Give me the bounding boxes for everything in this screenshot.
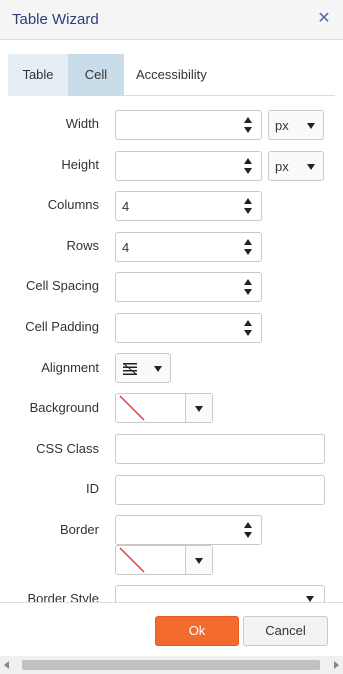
cancel-button[interactable]: Cancel <box>243 616 328 646</box>
chevron-down-icon <box>154 366 162 372</box>
columns-value: 4 <box>122 199 130 214</box>
alignment-select[interactable] <box>115 353 171 383</box>
no-color-swatch-icon <box>119 547 145 573</box>
chevron-down-icon <box>307 123 315 129</box>
color-dropdown-button[interactable] <box>185 546 212 574</box>
scroll-right-icon[interactable] <box>334 661 339 669</box>
columns-label: Columns <box>47 197 99 212</box>
height-unit-value: px <box>275 159 289 174</box>
spin-up-icon[interactable] <box>244 279 252 285</box>
align-icon <box>123 363 137 375</box>
spin-down-icon[interactable] <box>244 208 252 214</box>
spin-up-icon[interactable] <box>244 117 252 123</box>
spin-up-icon[interactable] <box>244 320 252 326</box>
tab-accessibility[interactable]: Accessibility <box>124 54 228 96</box>
width-unit-select[interactable]: px <box>268 110 324 140</box>
spin-down-icon[interactable] <box>244 330 252 336</box>
css-class-label: CSS Class <box>36 441 99 456</box>
spin-down-icon[interactable] <box>244 168 252 174</box>
chevron-down-icon <box>307 164 315 170</box>
color-dropdown-button[interactable] <box>185 394 212 422</box>
spin-up-icon[interactable] <box>244 522 252 528</box>
spin-down-icon[interactable] <box>244 249 252 255</box>
width-label: Width <box>65 116 99 131</box>
id-input[interactable] <box>115 475 325 505</box>
css-class-input[interactable] <box>115 434 325 464</box>
height-spinner[interactable] <box>115 151 262 181</box>
background-color-picker[interactable] <box>115 393 213 423</box>
dialog-titlebar: Table Wizard ✕ <box>0 0 343 40</box>
cell-spacing-label: Cell Spacing <box>26 278 99 293</box>
scroll-left-icon[interactable] <box>4 661 9 669</box>
border-spinner[interactable] <box>115 515 262 545</box>
spin-up-icon[interactable] <box>244 158 252 164</box>
chevron-down-icon <box>195 406 203 412</box>
close-icon[interactable]: ✕ <box>315 9 333 29</box>
chevron-down-icon <box>195 558 203 564</box>
tab-table[interactable]: Table <box>8 54 68 96</box>
rows-value: 4 <box>122 240 130 255</box>
dialog-title: Table Wizard <box>12 11 99 28</box>
height-unit-select[interactable]: px <box>268 151 324 181</box>
spin-down-icon[interactable] <box>244 532 252 538</box>
height-label: Height <box>61 157 99 172</box>
cell-padding-label: Cell Padding <box>25 319 99 334</box>
cell-padding-spinner[interactable] <box>115 313 262 343</box>
tab-cell[interactable]: Cell <box>68 54 124 96</box>
background-label: Background <box>29 400 99 415</box>
rows-label: Rows <box>66 238 99 253</box>
width-spinner[interactable] <box>115 110 262 140</box>
dialog-footer: Ok Cancel <box>0 602 343 656</box>
no-color-swatch-icon <box>119 395 145 421</box>
alignment-label: Alignment <box>41 360 99 375</box>
id-label: ID <box>86 481 99 496</box>
border-color-picker[interactable] <box>115 545 213 575</box>
spinner-arrows[interactable] <box>235 233 261 261</box>
border-style-label: Border Style <box>27 591 99 602</box>
spin-down-icon[interactable] <box>244 289 252 295</box>
cell-spacing-spinner[interactable] <box>115 272 262 302</box>
spin-up-icon[interactable] <box>244 198 252 204</box>
spinner-arrows[interactable] <box>235 273 261 301</box>
ok-button[interactable]: Ok <box>155 616 239 646</box>
width-unit-value: px <box>275 118 289 133</box>
spinner-arrows[interactable] <box>235 192 261 220</box>
form-scroll-area[interactable]: Width px Height px Columns 4 Rows 4 Cell… <box>0 97 343 602</box>
scrollbar-thumb[interactable] <box>22 660 320 670</box>
border-label: Border <box>59 522 99 537</box>
spin-down-icon[interactable] <box>244 127 252 133</box>
rows-spinner[interactable]: 4 <box>115 232 262 262</box>
spinner-arrows[interactable] <box>235 111 261 139</box>
columns-spinner[interactable]: 4 <box>115 191 262 221</box>
spin-up-icon[interactable] <box>244 239 252 245</box>
spinner-arrows[interactable] <box>235 152 261 180</box>
spinner-arrows[interactable] <box>235 314 261 342</box>
border-style-select[interactable] <box>115 585 325 602</box>
tab-bar: Table Cell Accessibility <box>8 54 335 96</box>
spinner-arrows[interactable] <box>235 516 261 544</box>
horizontal-scrollbar[interactable] <box>0 656 343 674</box>
